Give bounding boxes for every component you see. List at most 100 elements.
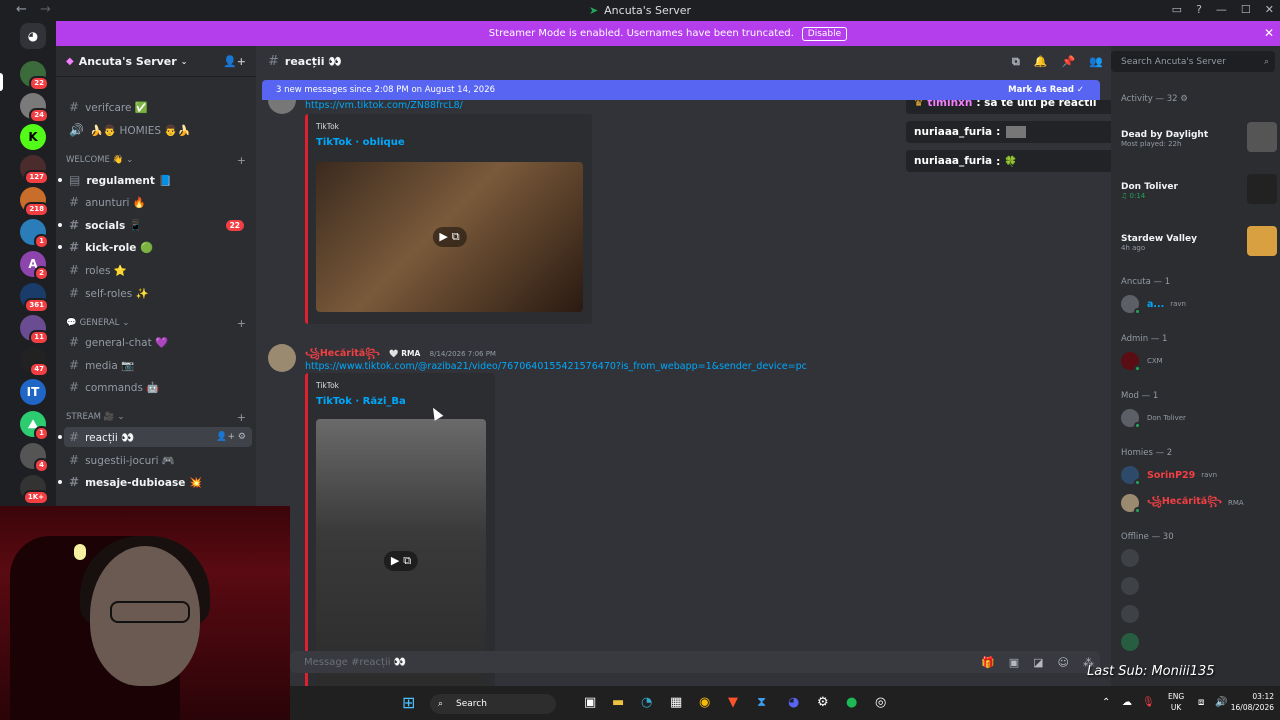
category-welcome[interactable]: WELCOME 👋 ⌄ +: [66, 154, 246, 167]
network-icon[interactable]: ⧈: [1198, 697, 1204, 708]
channel-item[interactable]: # commands 🤖: [64, 377, 252, 397]
embed-title-link[interactable]: TikTok · Răzi_Ba: [316, 396, 406, 407]
member-item[interactable]: Don Toliver: [1121, 406, 1280, 430]
inbox-icon[interactable]: ▭: [1172, 3, 1182, 16]
close-button[interactable]: ✕: [1265, 3, 1274, 16]
bell-icon[interactable]: 🔔: [1034, 55, 1048, 69]
volume-icon[interactable]: 🔊: [1215, 697, 1227, 708]
channel-item[interactable]: ▤ regulament 📘: [58, 170, 252, 190]
server-icon[interactable]: 11: [20, 315, 49, 345]
member-group-label: Admin — 1: [1121, 334, 1168, 344]
message-link[interactable]: https://vm.tiktok.com/ZN88frcL8/: [305, 100, 463, 111]
chrome-icon[interactable]: ◉: [699, 695, 710, 710]
member-item[interactable]: [1121, 574, 1280, 598]
channel-item[interactable]: # roles ⭐: [64, 260, 252, 280]
minimize-button[interactable]: —: [1216, 3, 1227, 16]
server-icon[interactable]: 4: [20, 443, 49, 473]
channel-item[interactable]: # sugestii-jocuri 🎮: [64, 450, 252, 470]
server-icon[interactable]: ⛰ 1: [20, 411, 49, 441]
maximize-button[interactable]: ☐: [1241, 3, 1251, 16]
tray-chevron-icon[interactable]: ⌃: [1102, 697, 1110, 708]
channel-item-active[interactable]: # reacții 👀 👤+ ⚙: [58, 427, 252, 447]
channel-settings-icons[interactable]: 👤+ ⚙: [216, 432, 246, 442]
category-stream[interactable]: STREAM 🎥 ⌄ +: [66, 411, 246, 424]
message-link[interactable]: https://www.tiktok.com/@raziba21/video/7…: [305, 361, 807, 372]
activity-item[interactable]: Dead by Daylight Most played: 22h: [1121, 122, 1280, 152]
channel-item[interactable]: # self-roles ✨: [64, 283, 252, 303]
member-item[interactable]: [1121, 602, 1280, 626]
gear-icon[interactable]: ⚙: [1180, 94, 1188, 104]
store-icon[interactable]: ▦: [670, 695, 682, 710]
taskbar-search[interactable]: ⌕ Search: [430, 694, 556, 714]
server-icon[interactable]: 361: [20, 283, 49, 313]
server-icon[interactable]: 1: [20, 219, 49, 249]
video-thumbnail[interactable]: ▶ ⧉: [316, 162, 583, 312]
windows-start-icon[interactable]: ⊞: [402, 693, 415, 712]
new-messages-bar[interactable]: 3 new messages since 2:08 PM on August 1…: [262, 80, 1100, 100]
member-item[interactable]: SorinP29 ravn: [1121, 463, 1280, 487]
task-view-icon[interactable]: ▣: [584, 695, 596, 710]
edge-icon[interactable]: ◔: [641, 695, 652, 710]
channel-item[interactable]: # verifcare ✅: [64, 97, 252, 117]
channel-item[interactable]: # socials 📱 22: [58, 215, 252, 235]
dm-home-button[interactable]: ◕: [20, 23, 46, 49]
server-icon[interactable]: 24: [20, 93, 49, 123]
close-icon[interactable]: ✕: [1264, 26, 1274, 40]
server-icon[interactable]: IT: [20, 379, 46, 405]
sticker-icon[interactable]: ◪: [1033, 656, 1043, 669]
channel-item[interactable]: # mesaje-dubioase 💥: [58, 472, 252, 492]
message-input[interactable]: Message #reacții 👀 🎁 ▣ ◪ ☺ ⁂: [290, 651, 1100, 673]
gift-icon[interactable]: 🎁: [981, 656, 995, 669]
gif-icon[interactable]: ▣: [1009, 656, 1019, 669]
invite-people-icon[interactable]: 👤+: [223, 55, 246, 68]
disable-streamer-mode-button[interactable]: Disable: [801, 26, 848, 41]
add-channel-icon[interactable]: +: [237, 317, 246, 330]
file-explorer-icon[interactable]: ▬: [612, 695, 624, 710]
embed-title-link[interactable]: TikTok · oblique: [316, 137, 405, 148]
obs-icon[interactable]: ◎: [875, 695, 886, 710]
category-general[interactable]: 💬 GENERAL ⌄ +: [66, 317, 246, 330]
language-indicator[interactable]: ENG UK: [1168, 691, 1184, 713]
server-icon[interactable]: 22: [20, 61, 49, 91]
member-search-input[interactable]: Search Ancuta's Server ⌕: [1111, 51, 1275, 72]
steam-icon[interactable]: ⚙: [817, 695, 829, 710]
add-channel-icon[interactable]: +: [237, 411, 246, 424]
mic-icon[interactable]: 🎙: [1142, 697, 1155, 708]
channel-item[interactable]: 🔊 🍌👨 HOMIES 👨🍌: [64, 120, 252, 140]
server-icon[interactable]: 47: [20, 347, 49, 377]
vscode-icon[interactable]: ⧗: [757, 695, 766, 710]
tray-icon[interactable]: ☁: [1122, 697, 1132, 708]
server-icon[interactable]: 127: [20, 155, 49, 185]
threads-icon[interactable]: ⧉: [1012, 55, 1020, 69]
avatar[interactable]: [268, 344, 296, 372]
play-button[interactable]: ▶ ⧉: [432, 227, 467, 247]
member-item[interactable]: ꧁Hecărită꧂ RMA: [1121, 491, 1280, 515]
clock[interactable]: 03:12 16/08/2026: [1231, 691, 1274, 713]
server-header[interactable]: ◆ Ancuta's Server ⌄ 👤+: [56, 46, 256, 77]
channel-item[interactable]: # general-chat 💜: [64, 332, 252, 352]
channel-item[interactable]: # media 📷: [64, 355, 252, 375]
server-icon[interactable]: 1K+: [20, 475, 49, 505]
server-icon[interactable]: A2: [20, 251, 49, 281]
emoji-icon[interactable]: ☺: [1058, 656, 1069, 669]
discord-icon[interactable]: ◕: [788, 695, 799, 710]
spotify-icon[interactable]: ●: [846, 695, 857, 710]
activity-item[interactable]: Stardew Valley 4h ago: [1121, 226, 1280, 256]
add-channel-icon[interactable]: +: [237, 154, 246, 167]
brave-icon[interactable]: ▼: [728, 695, 738, 710]
member-list-icon[interactable]: 👥: [1089, 55, 1103, 69]
play-button[interactable]: ▶ ⧉: [383, 551, 419, 571]
pin-icon[interactable]: 📌: [1062, 55, 1076, 69]
member-item[interactable]: [1121, 546, 1280, 570]
server-icon[interactable]: 218: [20, 187, 49, 217]
activity-item[interactable]: Don Toliver ♫ 0:14: [1121, 174, 1280, 204]
channel-item[interactable]: # kick-role 🟢: [58, 237, 252, 257]
mark-as-read-button[interactable]: Mark As Read ✓: [1008, 85, 1084, 95]
kick-server-icon[interactable]: K: [20, 124, 46, 150]
member-item[interactable]: a... ravn: [1121, 292, 1280, 316]
member-item[interactable]: [1121, 630, 1280, 654]
help-icon[interactable]: ?: [1196, 3, 1202, 16]
avatar[interactable]: [268, 100, 296, 114]
member-item[interactable]: CXM: [1121, 349, 1280, 373]
channel-item[interactable]: # anunturi 🔥: [64, 192, 252, 212]
